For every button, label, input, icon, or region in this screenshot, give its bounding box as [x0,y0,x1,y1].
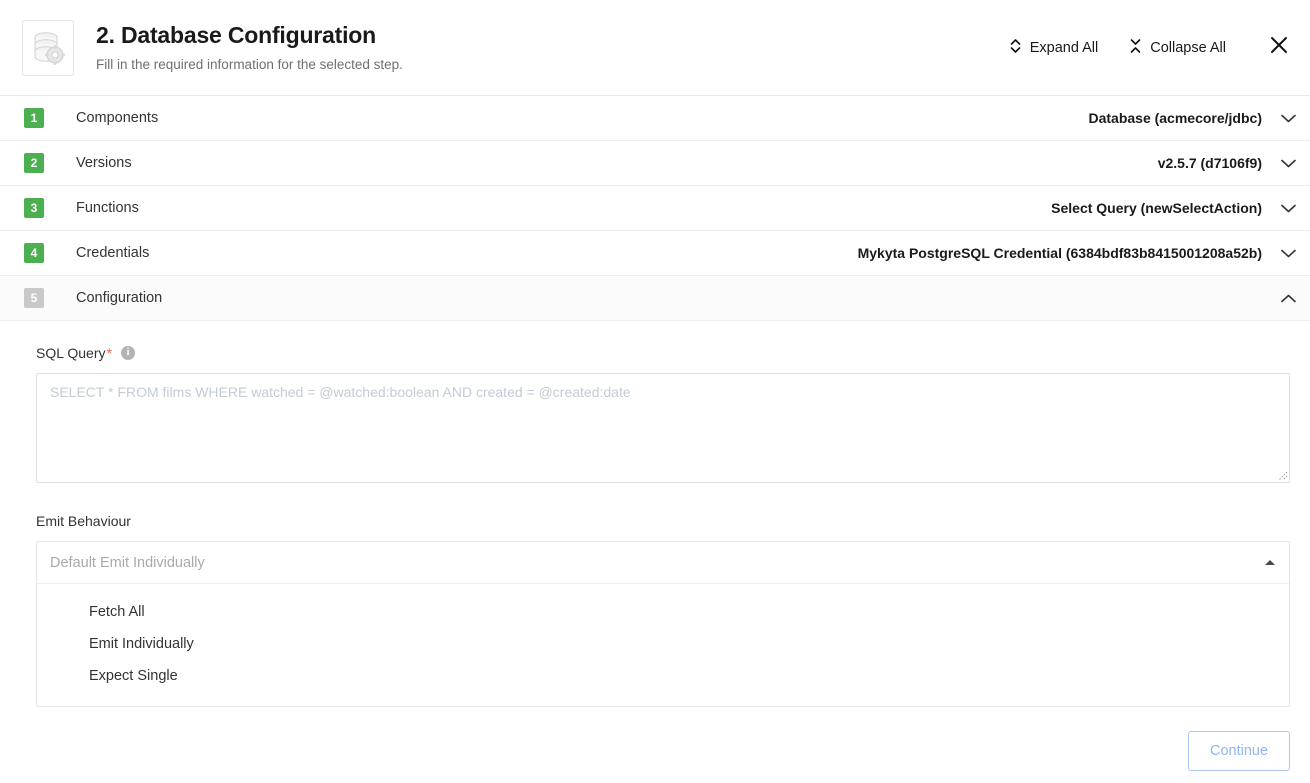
sql-query-input[interactable]: SELECT * FROM films WHERE watched = @wat… [36,373,1290,483]
collapse-all-label: Collapse All [1150,39,1226,56]
emit-behaviour-select: Default Emit Individually Fetch All Emit… [36,541,1290,707]
step-badge: 2 [24,153,44,173]
expand-all-button[interactable]: Expand All [1000,32,1109,64]
sql-query-label-text: SQL Query [36,345,106,361]
required-marker: * [106,345,112,361]
accordion-row-components[interactable]: 1 Components Database (acmecore/jdbc) [0,96,1310,141]
sql-query-label: SQL Query * i [36,345,1290,361]
page-title: 2. Database Configuration [96,22,376,49]
expand-vertical-icon [1010,38,1021,58]
emit-behaviour-options-list: Fetch All Emit Individually Expect Singl… [37,584,1289,706]
accordion-row-label: Functions [76,200,139,216]
chevron-up-icon[interactable] [1280,290,1296,306]
chevron-down-icon[interactable] [1280,155,1296,171]
collapse-vertical-icon [1130,38,1141,58]
accordion-row-label: Versions [76,155,132,171]
page-subtitle: Fill in the required information for the… [96,56,403,72]
accordion-row-value: Select Query (newSelectAction) [1051,200,1262,216]
accordion-row-label: Components [76,110,159,126]
emit-behaviour-option-fetch-all[interactable]: Fetch All [37,596,1289,628]
close-button[interactable] [1262,31,1296,65]
accordion-row-configuration[interactable]: 5 Configuration [0,276,1310,321]
sql-query-placeholder: SELECT * FROM films WHERE watched = @wat… [50,384,631,400]
database-gear-icon [22,19,74,76]
step-accordion: 1 Components Database (acmecore/jdbc) 2 … [0,96,1310,321]
resize-handle[interactable] [1274,467,1288,481]
header-actions: Expand All Collapse All [1000,31,1296,65]
expand-all-label: Expand All [1029,39,1099,56]
accordion-row-label: Configuration [76,290,163,306]
continue-button[interactable]: Continue [1188,730,1290,771]
collapse-all-button[interactable]: Collapse All [1120,32,1236,64]
chevron-down-icon[interactable] [1280,245,1296,261]
info-icon[interactable]: i [120,346,135,360]
emit-behaviour-option-emit-individually[interactable]: Emit Individually [37,628,1289,660]
caret-up-icon[interactable] [1265,560,1275,565]
accordion-row-value: Database (acmecore/jdbc) [1088,110,1262,126]
accordion-row-versions[interactable]: 2 Versions v2.5.7 (d7106f9) [0,141,1310,186]
dialog-footer: Continue [0,718,1310,783]
dialog-header: 2. Database Configuration Fill in the re… [0,0,1310,96]
accordion-row-functions[interactable]: 3 Functions Select Query (newSelectActio… [0,186,1310,231]
chevron-down-icon[interactable] [1280,110,1296,126]
accordion-row-credentials[interactable]: 4 Credentials Mykyta PostgreSQL Credenti… [0,231,1310,276]
emit-behaviour-selected-value: Default Emit Individually [50,554,205,571]
step-badge: 1 [24,108,44,128]
configuration-panel: SQL Query * i SELECT * FROM films WHERE … [0,321,1310,707]
emit-behaviour-select-control[interactable]: Default Emit Individually [37,542,1289,584]
chevron-down-icon[interactable] [1280,200,1296,216]
emit-behaviour-label: Emit Behaviour [36,513,131,529]
step-badge: 5 [24,288,44,308]
step-badge: 4 [24,243,44,263]
close-icon [1269,35,1289,60]
step-badge: 3 [24,198,44,218]
header-text-block: 2. Database Configuration Fill in the re… [96,22,1000,73]
accordion-row-label: Credentials [76,245,150,261]
accordion-row-value: v2.5.7 (d7106f9) [1157,155,1262,171]
accordion-row-value: Mykyta PostgreSQL Credential (6384bdf83b… [857,245,1262,261]
emit-behaviour-option-expect-single[interactable]: Expect Single [37,660,1289,692]
